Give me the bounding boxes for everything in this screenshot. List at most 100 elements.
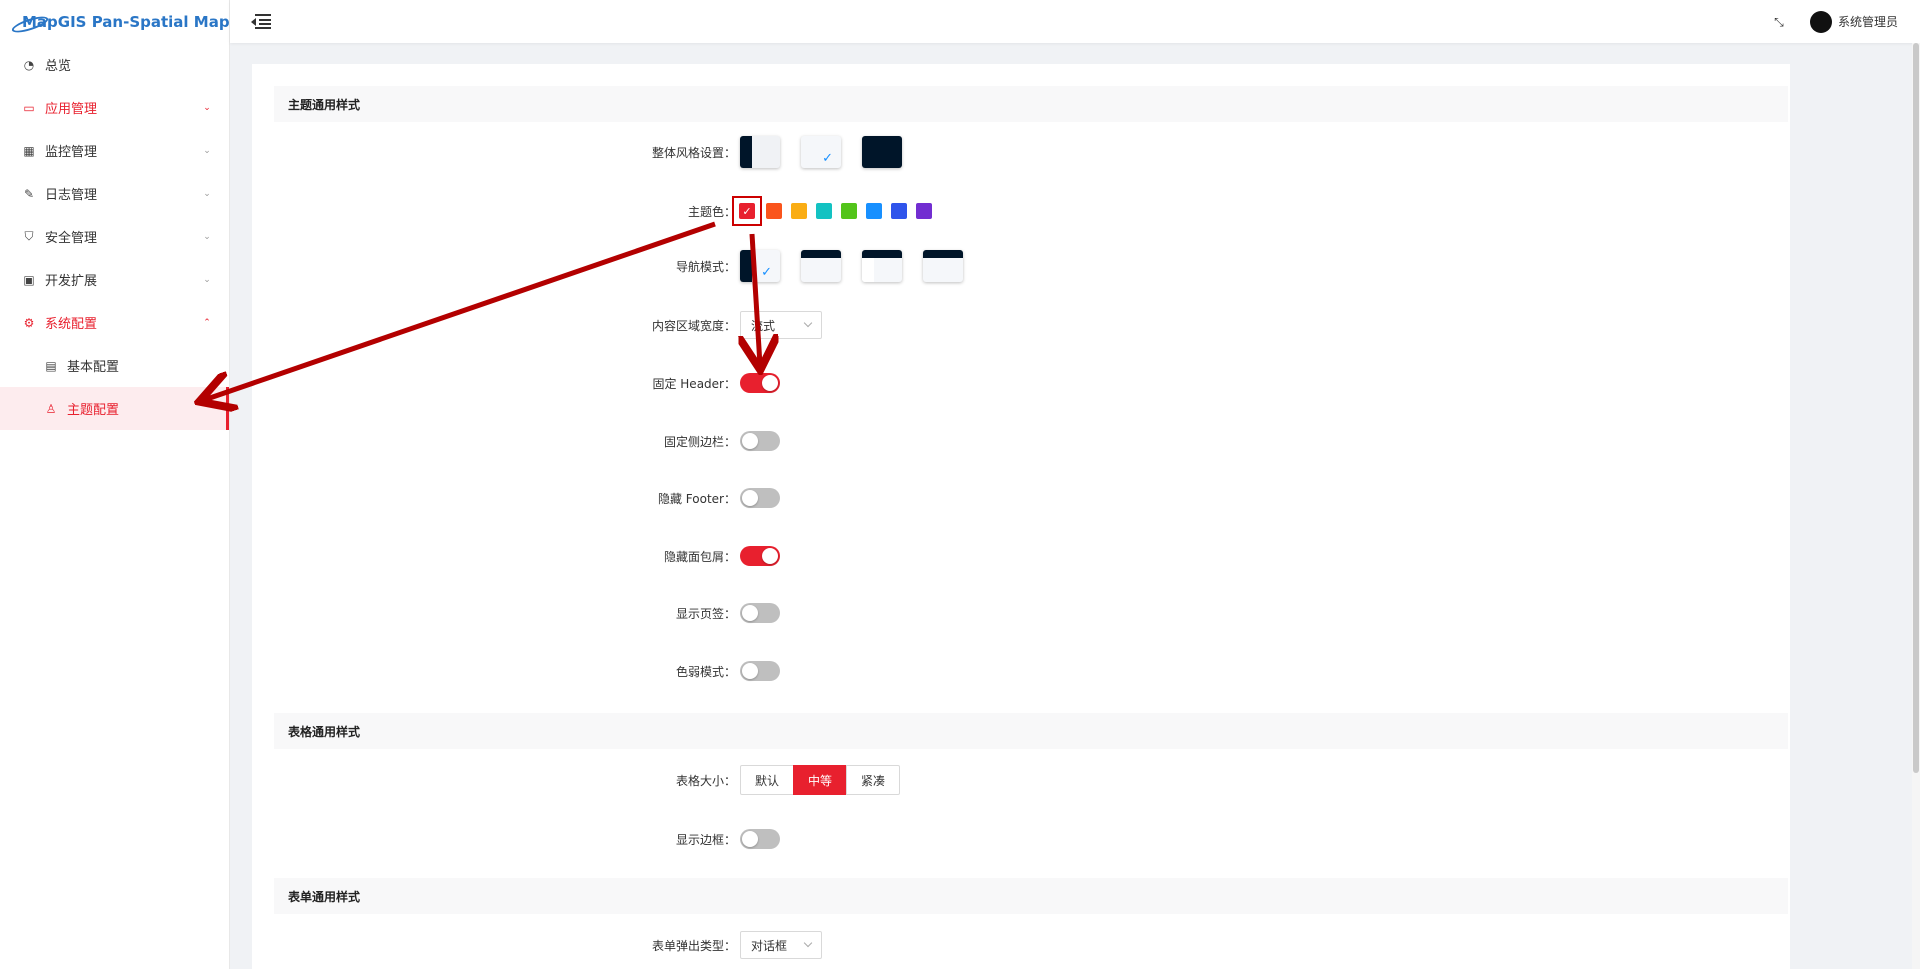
sidebar: MapGIS Pan-Spatial Map ◔ 总览 ▭ 应用管理 ⌄ ▦ 监… <box>0 0 230 969</box>
form-icon: ▤ <box>45 358 57 373</box>
sidebar-item-label: 安全管理 <box>45 231 98 246</box>
sidebar-item-dev-extension[interactable]: ▣ 开发扩展 ⌄ <box>0 258 229 301</box>
sidebar-item-label: 开发扩展 <box>45 274 98 289</box>
nav-top-option[interactable] <box>801 250 841 282</box>
fixed-header-label: 固定 Header： <box>652 376 736 391</box>
show-tabs-label: 显示页签： <box>675 606 736 621</box>
color-swatch-cyan[interactable] <box>816 203 832 219</box>
dashboard-icon: ◔ <box>23 57 35 72</box>
nav-side-option[interactable]: ✓ <box>740 250 780 282</box>
form-popup-type-select[interactable]: 对话框 <box>740 931 822 959</box>
show-tabs-switch[interactable] <box>740 603 780 623</box>
sidebar-item-app-management[interactable]: ▭ 应用管理 ⌄ <box>0 86 229 129</box>
menu-fold-icon[interactable] <box>251 13 271 30</box>
select-value: 流式 <box>751 318 776 333</box>
color-swatch-blue[interactable] <box>866 203 882 219</box>
toolbox-icon: ▣ <box>23 272 35 287</box>
sidebar-item-label: 主题配置 <box>67 403 120 418</box>
section-theme-general: 主题通用样式 <box>274 86 1788 122</box>
row-hide-breadcrumb: 隐藏面包屑： <box>252 540 1790 572</box>
row-fixed-sidebar: 固定侧边栏： <box>252 425 1790 457</box>
skin-icon: ♙ <box>45 401 57 416</box>
chevron-down-icon: ⌄ <box>203 188 211 199</box>
chevron-down-icon <box>803 318 813 328</box>
show-border-switch[interactable] <box>740 829 780 849</box>
section-title: 表格通用样式 <box>288 724 361 739</box>
row-table-size: 表格大小： 默认 中等 紧凑 <box>252 764 1790 796</box>
table-size-medium-button[interactable]: 中等 <box>793 765 848 795</box>
sidebar-item-label: 基本配置 <box>67 360 120 375</box>
color-swatch-orange[interactable] <box>791 203 807 219</box>
sidebar-item-monitor-management[interactable]: ▦ 监控管理 ⌄ <box>0 129 229 172</box>
table-size-label: 表格大小： <box>675 773 736 788</box>
overall-style-options: ✓ <box>740 136 923 168</box>
section-table-general: 表格通用样式 <box>274 713 1788 749</box>
avatar[interactable] <box>1809 10 1832 33</box>
chevron-down-icon: ⌄ <box>203 102 211 113</box>
content-width-select[interactable]: 流式 <box>740 311 822 339</box>
header-right: ⤡ 系统管理员 <box>1772 10 1920 33</box>
theme-config-panel: 主题通用样式 整体风格设置： ✓ 主题色： ✓ 导航模式： ✓ 内容区域宽度： … <box>252 64 1790 969</box>
sidebar-menu: ◔ 总览 ▭ 应用管理 ⌄ ▦ 监控管理 ⌄ ✎ 日志管理 ⌄ ⛉ 安全管理 ⌄… <box>0 43 229 344</box>
nav-top-wide-option[interactable] <box>923 250 963 282</box>
section-title: 主题通用样式 <box>288 97 361 112</box>
row-weak-mode: 色弱模式： <box>252 655 1790 687</box>
sidebar-item-overview[interactable]: ◔ 总览 <box>0 43 229 86</box>
sidebar-item-log-management[interactable]: ✎ 日志管理 ⌄ <box>0 172 229 215</box>
chevron-down-icon <box>803 938 813 948</box>
fixed-sidebar-switch[interactable] <box>740 431 780 451</box>
fixed-sidebar-label: 固定侧边栏： <box>663 434 736 449</box>
scrollbar-thumb[interactable] <box>1913 43 1919 773</box>
user-name[interactable]: 系统管理员 <box>1838 13 1898 30</box>
chevron-down-icon: ⌄ <box>203 145 211 156</box>
sidebar-item-basic-config[interactable]: ▤ 基本配置 <box>0 344 229 387</box>
row-hide-footer: 隐藏 Footer： <box>252 482 1790 514</box>
sidebar-item-security-management[interactable]: ⛉ 安全管理 ⌄ <box>0 215 229 258</box>
hide-breadcrumb-switch[interactable] <box>740 546 780 566</box>
row-theme-color: 主题色： ✓ <box>252 195 1790 227</box>
color-swatch-red[interactable]: ✓ <box>739 203 755 219</box>
content-width-control: 流式 <box>740 311 822 339</box>
color-swatch-orange-red[interactable] <box>766 203 782 219</box>
sidebar-item-label: 应用管理 <box>45 102 98 117</box>
style-light-option[interactable]: ✓ <box>801 136 841 168</box>
top-header: ⤡ 系统管理员 <box>230 0 1920 43</box>
chart-icon: ▦ <box>23 143 35 158</box>
row-show-tabs: 显示页签： <box>252 597 1790 629</box>
weak-mode-switch[interactable] <box>740 661 780 681</box>
sidebar-item-label: 系统配置 <box>45 317 98 332</box>
hide-breadcrumb-label: 隐藏面包屑： <box>663 549 736 564</box>
overall-style-label: 整体风格设置： <box>651 145 736 160</box>
color-swatch-purple[interactable] <box>916 203 932 219</box>
table-size-default-button[interactable]: 默认 <box>740 765 795 795</box>
chevron-down-icon: ⌄ <box>203 231 211 242</box>
show-border-label: 显示边框： <box>675 832 736 847</box>
section-title: 表单通用样式 <box>288 889 361 904</box>
row-show-border: 显示边框： <box>252 823 1790 855</box>
hide-footer-switch[interactable] <box>740 488 780 508</box>
row-fixed-header: 固定 Header： <box>252 367 1790 399</box>
theme-color-label: 主题色： <box>687 204 736 219</box>
page-scrollbar[interactable] <box>1912 43 1920 969</box>
fixed-header-switch[interactable] <box>740 373 780 393</box>
sidebar-submenu-system-config: ▤ 基本配置 ♙ 主题配置 <box>0 344 229 430</box>
theme-color-options: ✓ <box>732 196 941 226</box>
style-dark-sidebar-option[interactable] <box>740 136 780 168</box>
table-size-compact-button[interactable]: 紧凑 <box>846 765 901 795</box>
nav-mix-option[interactable] <box>862 250 902 282</box>
fullscreen-icon[interactable]: ⤡ <box>1772 15 1786 29</box>
check-icon: ✓ <box>822 151 833 166</box>
sidebar-item-theme-config[interactable]: ♙ 主题配置 <box>0 387 229 430</box>
file-edit-icon: ✎ <box>23 186 35 201</box>
app-title: MapGIS Pan-Spatial Map <box>22 12 230 31</box>
sidebar-item-label: 日志管理 <box>45 188 98 203</box>
row-nav-mode: 导航模式： ✓ <box>252 250 1790 282</box>
logo[interactable]: MapGIS Pan-Spatial Map <box>0 0 230 43</box>
check-icon: ✓ <box>761 265 772 280</box>
sidebar-item-system-config[interactable]: ⚙ 系统配置 ⌃ <box>0 301 229 344</box>
gear-icon: ⚙ <box>23 315 35 330</box>
chevron-down-icon: ⌄ <box>203 274 211 285</box>
style-dark-option[interactable] <box>862 136 902 168</box>
color-swatch-geek-blue[interactable] <box>891 203 907 219</box>
color-swatch-green[interactable] <box>841 203 857 219</box>
